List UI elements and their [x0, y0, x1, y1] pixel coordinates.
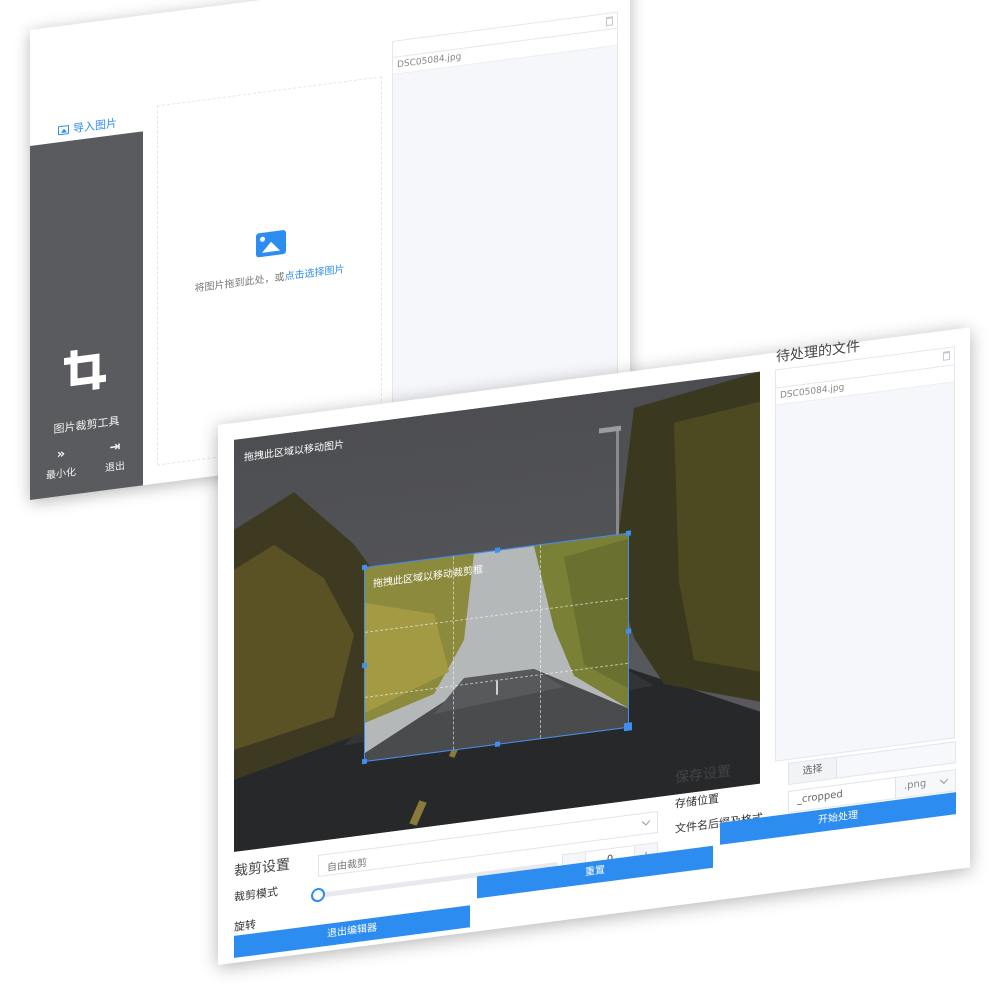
crop-icon	[64, 349, 106, 390]
crop-handle-s[interactable]	[495, 741, 500, 748]
image-icon	[58, 124, 69, 135]
crop-handle-ne[interactable]	[626, 530, 631, 537]
crop-mode-value: 自由裁剪	[327, 857, 367, 874]
import-image-label: 导入图片	[73, 116, 117, 136]
chevron-down-icon	[641, 817, 651, 826]
trash-icon[interactable]	[606, 16, 613, 27]
logout-icon: ⇥	[109, 439, 121, 456]
editor-window: 拖拽此区域以移动图片 拖拽此区域以移动裁剪框 裁剪设置 裁剪模式 自由裁剪 旋转…	[218, 327, 970, 965]
chevron-down-icon	[939, 775, 949, 784]
rotate-slider-handle[interactable]	[311, 887, 325, 903]
sidebar: 图片裁剪工具 » 最小化 ⇥ 退出	[30, 131, 143, 501]
format-value: .png	[904, 778, 927, 792]
crop-grid-line	[540, 545, 542, 739]
exit-button[interactable]: ⇥ 退出	[92, 437, 138, 476]
crop-handle-se[interactable]	[624, 722, 632, 732]
exit-label: 退出	[105, 460, 125, 475]
image-icon	[256, 229, 286, 258]
trash-icon[interactable]	[943, 350, 950, 361]
crop-handle-sw[interactable]	[362, 758, 367, 765]
crop-settings-title: 裁剪设置	[234, 856, 290, 880]
crop-box[interactable]: 拖拽此区域以移动裁剪框	[362, 530, 632, 765]
choose-folder-button[interactable]: 选择	[789, 757, 837, 784]
crop-move-hint: 拖拽此区域以移动裁剪框	[373, 564, 483, 590]
minimize-label: 最小化	[46, 467, 76, 482]
minimize-button[interactable]: » 最小化	[38, 444, 84, 483]
crop-handle-n[interactable]	[495, 547, 500, 554]
crop-handle-nw[interactable]	[362, 564, 367, 571]
pending-file-list: DSC05084.jpg	[775, 346, 955, 762]
rotate-label: 旋转	[234, 918, 256, 934]
crop-grid-line	[365, 662, 628, 698]
double-chevron-down-icon: »	[56, 446, 66, 463]
crop-grid-line	[452, 556, 454, 750]
app-title: 图片裁剪工具	[53, 414, 120, 436]
crop-handle-w[interactable]	[362, 662, 367, 669]
select-image-link[interactable]: 点击选择图片	[285, 264, 345, 283]
exit-editor-button[interactable]: 退出编辑器	[234, 905, 470, 958]
dropzone-text: 将图片拖到此处，或点击选择图片	[194, 264, 345, 295]
crop-grid-line	[365, 598, 628, 634]
crop-mode-label: 裁剪模式	[234, 885, 278, 904]
crop-handle-e[interactable]	[626, 628, 631, 635]
